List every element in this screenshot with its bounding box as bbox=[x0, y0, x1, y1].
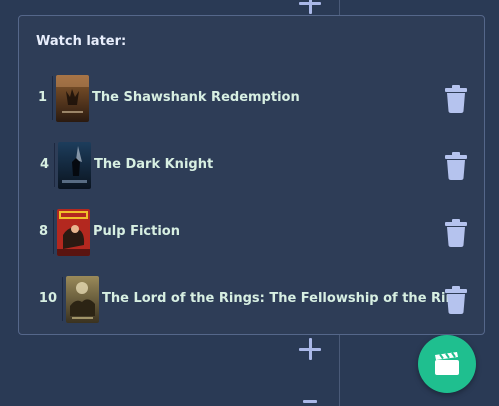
row-divider bbox=[53, 210, 54, 254]
movie-rank: 10 bbox=[38, 291, 57, 306]
movie-poster[interactable] bbox=[56, 75, 89, 122]
movie-rank: 1 bbox=[37, 90, 47, 105]
plus-icon[interactable] bbox=[299, 338, 321, 360]
movie-title[interactable]: The Dark Knight bbox=[94, 140, 213, 190]
trash-icon[interactable] bbox=[444, 85, 468, 113]
trash-icon[interactable] bbox=[444, 152, 468, 180]
background-mark bbox=[303, 400, 317, 403]
trash-icon[interactable] bbox=[444, 219, 468, 247]
row-divider bbox=[54, 143, 55, 187]
list-item: 8 Pulp Fiction bbox=[19, 207, 484, 257]
row-divider bbox=[52, 76, 53, 120]
movie-rank: 4 bbox=[39, 157, 49, 172]
movie-rank: 8 bbox=[38, 224, 48, 239]
movie-title[interactable]: Pulp Fiction bbox=[93, 207, 180, 257]
trash-icon[interactable] bbox=[444, 286, 468, 314]
movie-poster[interactable] bbox=[57, 209, 90, 256]
list-item: 1 The Shawshank Redemption bbox=[19, 73, 484, 123]
movie-title[interactable]: The Shawshank Redemption bbox=[92, 73, 300, 123]
list-item: 4 The Dark Knight bbox=[19, 140, 484, 190]
row-divider bbox=[62, 277, 63, 321]
plus-icon[interactable] bbox=[299, 0, 321, 14]
clapperboard-icon bbox=[435, 352, 459, 375]
movie-poster[interactable] bbox=[58, 142, 91, 189]
movie-poster[interactable] bbox=[66, 276, 99, 323]
panel-title: Watch later: bbox=[36, 34, 127, 49]
watch-later-panel: Watch later: 1 The Shawshank Redemption … bbox=[18, 15, 485, 335]
movie-title[interactable]: The Lord of the Rings: The Fellowship of… bbox=[102, 274, 464, 324]
list-item: 10 The Lord of the Rings: The Fellowship… bbox=[19, 274, 484, 324]
watch-later-button[interactable] bbox=[418, 335, 476, 393]
